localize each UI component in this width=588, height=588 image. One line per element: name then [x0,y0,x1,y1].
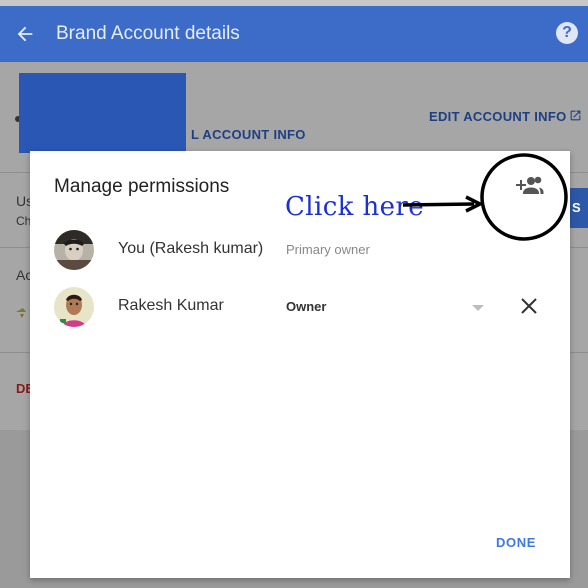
chevron-down-icon[interactable] [472,305,484,311]
arrow-back-icon[interactable] [14,23,36,45]
open-in-new-icon [570,110,581,121]
list-item: Rakesh Kumar Owner [30,279,570,335]
page-title: Brand Account details [56,23,240,44]
annotation-label: Click here [285,192,425,222]
redacted-region [19,73,186,153]
help-icon[interactable]: ? [556,22,578,44]
account-info-link[interactable]: L ACCOUNT INFO [191,127,306,142]
done-button[interactable]: DONE [496,535,536,550]
person-add-icon[interactable] [514,173,544,197]
role-select[interactable]: Owner [286,299,326,314]
avatar [54,287,94,327]
app-bar: Brand Account details ? [0,6,588,62]
user-role: Primary owner [286,242,370,257]
list-item: You (Rakesh kumar) Primary owner [30,222,570,278]
user-name: Rakesh Kumar [118,297,224,314]
edit-account-info-link[interactable]: EDIT ACCOUNT INFO [429,109,581,124]
close-icon[interactable] [520,297,538,315]
user-name: You (Rakesh kumar) [118,240,264,257]
avatar [54,230,94,270]
dialog-title: Manage permissions [54,176,230,197]
google-g-icon [16,308,26,318]
